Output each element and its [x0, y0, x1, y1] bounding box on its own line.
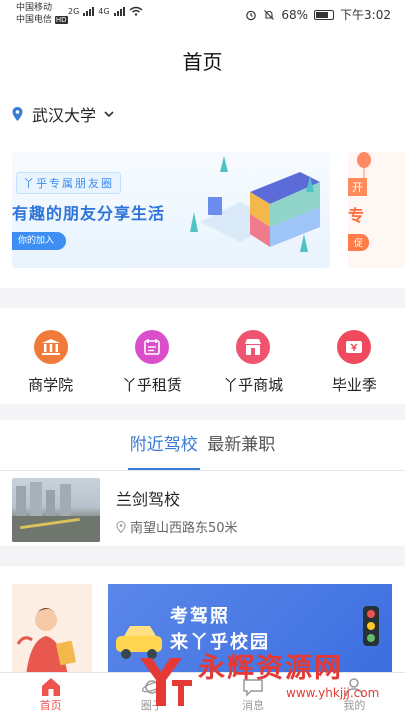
tab-label: 圈子: [140, 699, 163, 712]
category-business-school[interactable]: 商学院: [0, 308, 101, 404]
category-mall[interactable]: 丫乎商城: [203, 308, 304, 404]
signal-indicators: 2G 4G: [68, 6, 143, 16]
wifi-icon: [129, 6, 143, 16]
list-item[interactable]: 兰剑驾校 南望山西路东50米: [12, 478, 402, 542]
promo-left-image[interactable]: [12, 584, 92, 676]
banner-tag: 丫乎专属朋友圈: [16, 172, 121, 194]
carrier-2: 中国电信: [16, 15, 53, 25]
nearby-section: 附近驾校 最新兼职 兰剑驾校 南望山西路东50米: [0, 420, 405, 546]
shop-icon: [236, 330, 271, 364]
banner-join-button[interactable]: 你的加入: [12, 232, 67, 250]
tab-latest-part-time[interactable]: 最新兼职: [205, 430, 277, 470]
category-label: 丫乎租赁: [121, 376, 182, 394]
school-address-row: 南望山西路东50米: [116, 517, 238, 536]
banner-next-slide[interactable]: 开 专 促: [348, 152, 405, 268]
car-illustration: [116, 626, 162, 659]
promo-line-1: 考驾照: [170, 606, 230, 627]
banner-slide[interactable]: 丫乎专属朋友圈 有趣的朋友分享生活 你的加入: [12, 152, 330, 268]
planet-icon: [141, 680, 162, 694]
location-pin-icon: [116, 520, 126, 533]
category-label: 丫乎商城: [223, 376, 284, 394]
bank-icon: [33, 330, 68, 364]
user-icon: [345, 678, 364, 697]
alarm-icon: [246, 10, 257, 20]
mute-bell-icon: [264, 9, 275, 20]
school-info: 兰剑驾校 南望山西路东50米: [116, 478, 238, 542]
section-tabs: 附近驾校 最新兼职: [0, 430, 405, 474]
location-name: 武汉大学: [32, 106, 97, 125]
location-selector[interactable]: 武汉大学: [0, 90, 405, 138]
tab-profile[interactable]: 我的: [304, 673, 405, 720]
calendar-icon: [134, 330, 169, 364]
bottom-tab-bar: 首页 圈子 消息 我的: [0, 672, 405, 720]
hd-badge: HD: [54, 16, 68, 24]
next-slide-title: 专: [348, 206, 365, 225]
status-bar: 中国移动 中国电信 HD 2G 4G 68% 下午3:02: [0, 0, 405, 28]
tab-label: 我的: [343, 699, 366, 712]
page-title: 首页: [182, 50, 223, 74]
status-right: 68% 下午3:02: [245, 6, 391, 23]
driving-school-photo: [12, 478, 100, 542]
carrier-info: 中国移动 中国电信 HD: [16, 2, 68, 26]
banner-illustration: [190, 156, 320, 252]
tab-nearby-driving-school[interactable]: 附近驾校: [127, 430, 200, 470]
signal-icon-2: [113, 7, 125, 16]
location-pin-icon: [12, 107, 23, 121]
net-4g-label: 4G: [98, 7, 110, 16]
category-label: 毕业季: [331, 376, 377, 394]
traffic-light-icon: [363, 606, 379, 646]
page-header: 首页: [0, 28, 405, 90]
banner-carousel[interactable]: 丫乎专属朋友圈 有趣的朋友分享生活 你的加入 开 专 促: [0, 138, 405, 288]
category-rental[interactable]: 丫乎租赁: [101, 308, 202, 404]
balloon-icon: [357, 152, 371, 178]
clock: 下午3:02: [340, 8, 391, 22]
school-name: 兰剑驾校: [116, 490, 181, 509]
message-icon: [243, 679, 263, 697]
category-graduation[interactable]: 毕业季: [304, 308, 405, 404]
next-slide-chip: 促: [348, 234, 370, 251]
home-icon: [41, 678, 60, 696]
tab-label: 首页: [39, 699, 62, 712]
yen-icon: [337, 330, 372, 364]
student-illustration: [16, 608, 76, 676]
category-label: 商学院: [28, 376, 74, 394]
tab-messages[interactable]: 消息: [203, 673, 304, 720]
signal-icon: [83, 7, 95, 16]
banner-headline: 有趣的朋友分享生活: [12, 204, 166, 223]
promo-line-2: 来丫乎校园: [170, 632, 270, 653]
battery-icon: [314, 9, 335, 20]
battery-percent: 68%: [281, 7, 309, 22]
carrier-1: 中国移动: [16, 3, 53, 13]
promo-banner[interactable]: 考驾照 来丫乎校园: [108, 584, 392, 676]
divider: [0, 470, 405, 471]
net-2g-label: 2G: [68, 7, 80, 16]
tab-label: 消息: [242, 699, 265, 712]
category-grid: 商学院 丫乎租赁 丫乎商城 毕业季: [0, 308, 405, 404]
school-address: 南望山西路东50米: [130, 521, 238, 536]
tab-circle[interactable]: 圈子: [101, 673, 202, 720]
chevron-down-icon: [104, 110, 114, 117]
promo-section: 考驾照 来丫乎校园: [0, 566, 405, 676]
tab-home[interactable]: 首页: [0, 673, 101, 720]
next-slide-tag: 开: [348, 178, 367, 196]
